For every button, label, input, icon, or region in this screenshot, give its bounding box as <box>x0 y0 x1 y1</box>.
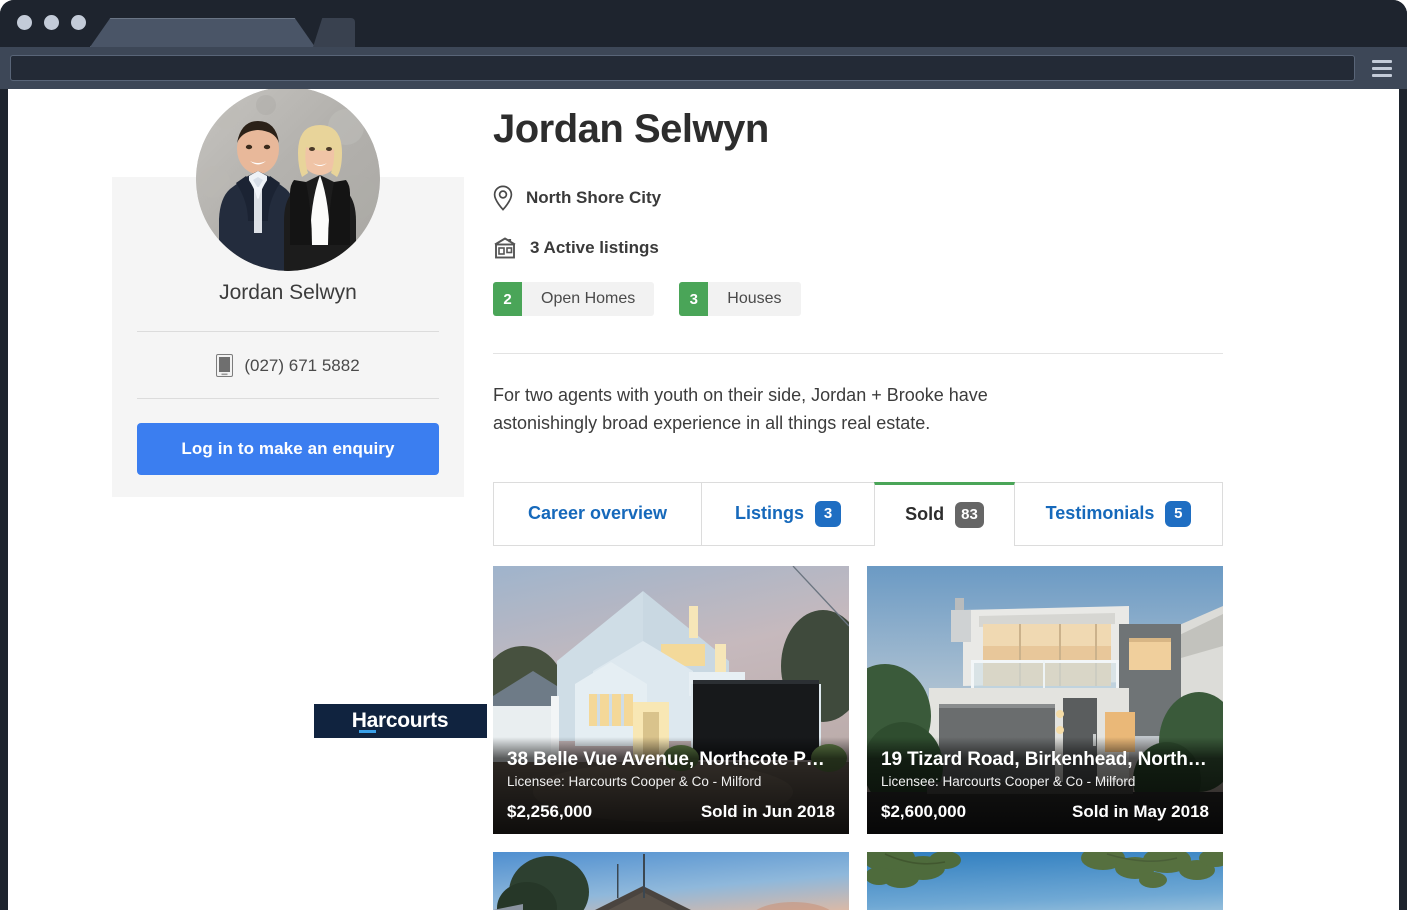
profile-tabs: Career overview Listings 3 Sold 83 Testi… <box>493 481 1223 546</box>
tab-listings[interactable]: Listings 3 <box>701 481 874 545</box>
property-overlay: 38 Belle Vue Avenue, Northcote Poi… Lice… <box>493 736 849 834</box>
tab-listings-label: Listings <box>734 503 804 524</box>
maximize-window-button[interactable] <box>71 15 86 30</box>
map-pin-icon <box>493 185 513 211</box>
property-card[interactable] <box>867 851 1223 910</box>
section-divider <box>493 353 1223 354</box>
browser-titlebar <box>0 0 1407 47</box>
property-title: 38 Belle Vue Avenue, Northcote Poi… <box>507 748 835 770</box>
brand-logo-container: Harcourts <box>295 688 505 753</box>
agent-phone-number: (027) 671 5882 <box>244 355 360 375</box>
property-price: $2,256,000 <box>507 801 593 821</box>
pill-open-homes-label: Open Homes <box>541 290 636 307</box>
storefront-icon <box>493 236 517 260</box>
location-text: North Shore City <box>526 188 662 207</box>
tab-career-overview[interactable]: Career overview <box>493 481 701 545</box>
property-card[interactable]: 38 Belle Vue Avenue, Northcote Poi… Lice… <box>493 565 849 834</box>
property-footer: $2,600,000 Sold in May 2018 <box>881 802 1209 822</box>
pill-houses-count: 3 <box>679 282 709 316</box>
location-row: North Shore City <box>493 185 1223 211</box>
tab-sold-label: Sold <box>905 504 945 525</box>
minimize-window-button[interactable] <box>44 15 59 30</box>
tab-testimonials-label: Testimonials <box>1045 503 1155 524</box>
pill-houses-label: Houses <box>727 290 782 307</box>
tab-listings-badge: 3 <box>815 500 841 527</box>
property-sold-date: Sold in Jun 2018 <box>700 801 835 821</box>
tab-career-overview-label: Career overview <box>527 503 668 524</box>
agent-phone-row[interactable]: (027) 671 5882 <box>137 332 439 398</box>
avatar <box>196 89 380 271</box>
property-footer: $2,256,000 Sold in Jun 2018 <box>507 802 835 822</box>
tab-testimonials-badge: 5 <box>1165 500 1192 527</box>
agent-sidebar: Jordan Selwyn (027) 671 5882 Log in to m… <box>112 89 505 753</box>
pill-open-homes-count: 2 <box>493 282 522 316</box>
page-title: Jordan Selwyn <box>493 107 769 151</box>
harcourts-logo: Harcourts <box>313 703 487 738</box>
browser-tab-new[interactable] <box>313 18 355 47</box>
sold-properties-grid: 38 Belle Vue Avenue, Northcote Poi… Lice… <box>493 565 1223 910</box>
sidebar-divider-bottom <box>137 398 439 399</box>
close-window-button[interactable] <box>17 15 32 30</box>
tab-sold[interactable]: Sold 83 <box>874 481 1015 546</box>
agent-card: Jordan Selwyn (027) 671 5882 Log in to m… <box>112 89 464 497</box>
active-listings-text: 3 Active listings <box>530 238 659 257</box>
listing-type-pills: 2 Open Homes 3 Houses <box>493 282 1223 316</box>
property-sold-date: Sold in May 2018 <box>1072 801 1209 821</box>
property-image <box>867 851 1223 910</box>
property-licensee: Licensee: Harcourts Cooper & Co - Milfor… <box>881 773 1136 789</box>
login-enquiry-button[interactable]: Log in to make an enquiry <box>137 423 439 475</box>
active-listings-row: 3 Active listings <box>493 236 1223 260</box>
property-card[interactable] <box>493 851 849 910</box>
property-price: $2,600,000 <box>881 801 967 821</box>
pill-houses[interactable]: 3 Houses <box>679 282 801 316</box>
browser-window: Jordan Selwyn (027) 671 5882 Log in to m… <box>0 0 1407 910</box>
pill-open-homes[interactable]: 2 Open Homes <box>493 282 655 316</box>
profile-main: Jordan Selwyn North Shore City 3 Active … <box>493 107 1223 910</box>
browser-tab-active[interactable] <box>90 18 315 47</box>
property-licensee: Licensee: Harcourts Cooper & Co - Milfor… <box>507 773 762 789</box>
property-title: 19 Tizard Road, Birkenhead, North … <box>881 748 1209 770</box>
property-overlay: 19 Tizard Road, Birkenhead, North … Lice… <box>867 736 1223 834</box>
harcourts-logo-underline <box>358 729 376 733</box>
property-image <box>493 851 849 910</box>
agent-bio: For two agents with youth on their side,… <box>493 385 988 433</box>
hamburger-menu-icon[interactable] <box>1366 52 1398 84</box>
mobile-phone-icon <box>216 354 234 377</box>
window-controls <box>17 15 86 30</box>
address-bar[interactable] <box>10 55 1355 81</box>
sidebar-agent-name: Jordan Selwyn <box>219 281 357 304</box>
property-card[interactable]: 19 Tizard Road, Birkenhead, North … Lice… <box>867 565 1223 834</box>
tab-sold-badge: 83 <box>955 501 984 528</box>
browser-toolbar <box>0 47 1407 89</box>
tab-testimonials[interactable]: Testimonials 5 <box>1015 481 1223 545</box>
page-viewport: Jordan Selwyn (027) 671 5882 Log in to m… <box>8 89 1399 910</box>
